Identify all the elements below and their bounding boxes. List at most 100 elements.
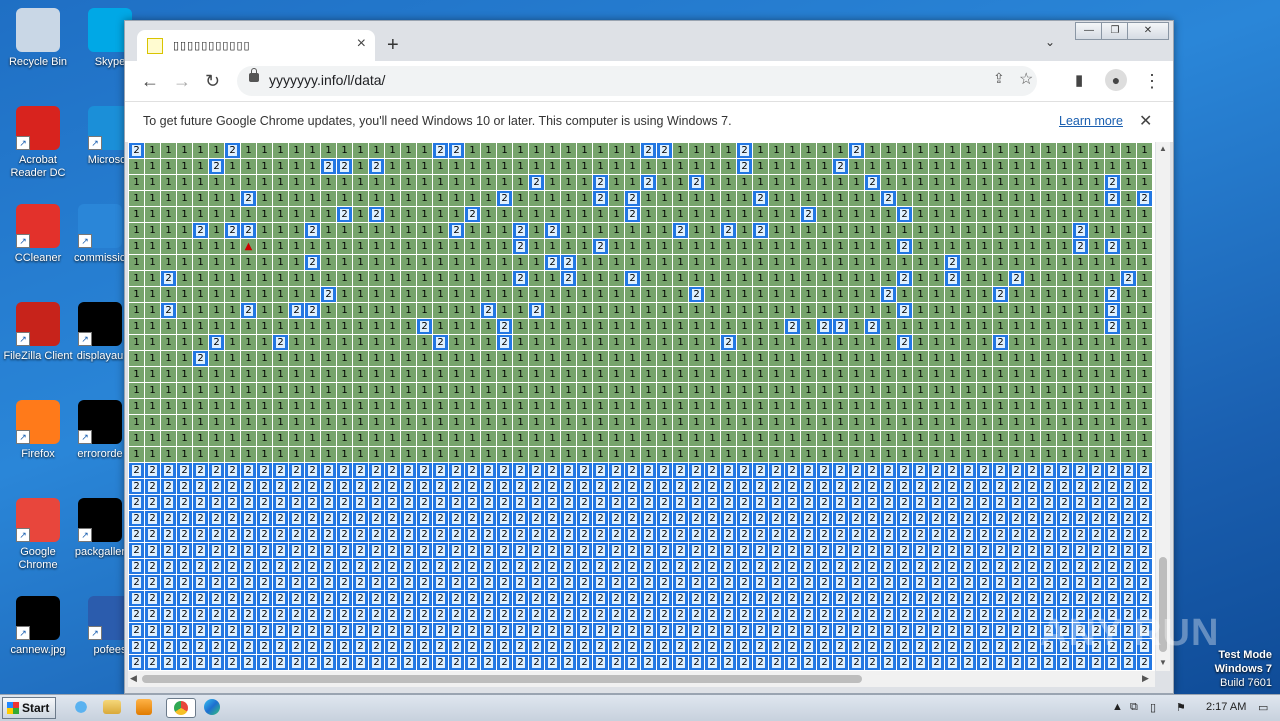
board-cell[interactable]: 1	[417, 383, 432, 398]
board-cell[interactable]: 1	[721, 319, 736, 334]
board-cell[interactable]: 1	[913, 351, 928, 366]
board-cell[interactable]: 2	[209, 559, 224, 574]
board-cell[interactable]: 2	[305, 495, 320, 510]
board-cell[interactable]: 2	[417, 623, 432, 638]
board-cell[interactable]: 2	[321, 639, 336, 654]
board-cell[interactable]: 1	[705, 175, 720, 190]
board-cell[interactable]: 1	[801, 175, 816, 190]
board-cell[interactable]: 1	[1073, 383, 1088, 398]
board-cell[interactable]: 1	[881, 143, 896, 158]
board-cell[interactable]: 2	[513, 271, 528, 286]
board-cell[interactable]: 2	[817, 543, 832, 558]
board-cell[interactable]: 1	[993, 367, 1008, 382]
board-cell[interactable]: 2	[1041, 463, 1056, 478]
board-cell[interactable]: 2	[209, 655, 224, 670]
board-cell[interactable]: 1	[737, 287, 752, 302]
board-cell[interactable]: 1	[289, 207, 304, 222]
board-cell[interactable]: 1	[865, 367, 880, 382]
board-cell[interactable]: 2	[321, 511, 336, 526]
board-cell[interactable]: 1	[785, 143, 800, 158]
board-cell[interactable]: 2	[593, 239, 608, 254]
board-cell[interactable]: 1	[577, 303, 592, 318]
board-cell[interactable]: 1	[977, 383, 992, 398]
board-cell[interactable]: 1	[481, 223, 496, 238]
board-cell[interactable]: 1	[369, 143, 384, 158]
board-cell[interactable]: 2	[289, 495, 304, 510]
board-cell[interactable]: 2	[1121, 271, 1136, 286]
board-cell[interactable]: 2	[129, 479, 144, 494]
board-cell[interactable]: 2	[801, 479, 816, 494]
board-cell[interactable]: 1	[1089, 383, 1104, 398]
board-cell[interactable]: 1	[817, 255, 832, 270]
board-cell[interactable]: 1	[1009, 447, 1024, 462]
board-cell[interactable]: 2	[433, 575, 448, 590]
board-cell[interactable]: 1	[705, 223, 720, 238]
board-cell[interactable]: 1	[753, 271, 768, 286]
board-cell[interactable]: 2	[1105, 303, 1120, 318]
board-cell[interactable]: 1	[369, 351, 384, 366]
board-cell[interactable]: 1	[1137, 255, 1152, 270]
board-cell[interactable]: 2	[1073, 239, 1088, 254]
board-cell[interactable]: 2	[433, 591, 448, 606]
board-cell[interactable]: 1	[737, 415, 752, 430]
board-cell[interactable]: 1	[1089, 303, 1104, 318]
board-cell[interactable]: 1	[273, 143, 288, 158]
board-cell[interactable]: 2	[561, 639, 576, 654]
board-cell[interactable]: 2	[737, 479, 752, 494]
board-cell[interactable]: 1	[609, 303, 624, 318]
board-cell[interactable]: 2	[1025, 479, 1040, 494]
board-cell[interactable]: 1	[209, 383, 224, 398]
board-cell[interactable]: 2	[161, 527, 176, 542]
board-cell[interactable]: 2	[849, 479, 864, 494]
board-cell[interactable]: 2	[1009, 271, 1024, 286]
board-cell[interactable]: 1	[257, 399, 272, 414]
board-cell[interactable]: 1	[657, 367, 672, 382]
board-cell[interactable]: 2	[513, 623, 528, 638]
board-cell[interactable]: 1	[289, 271, 304, 286]
board-cell[interactable]: 2	[961, 527, 976, 542]
board-cell[interactable]: 2	[897, 495, 912, 510]
tray-flag-icon[interactable]: ⚑	[1176, 701, 1186, 714]
board-cell[interactable]: 1	[1025, 239, 1040, 254]
board-cell[interactable]: 2	[673, 591, 688, 606]
board-cell[interactable]: 1	[609, 287, 624, 302]
board-cell[interactable]: 2	[321, 591, 336, 606]
board-cell[interactable]: 1	[913, 399, 928, 414]
board-cell[interactable]: 1	[1025, 255, 1040, 270]
board-cell[interactable]: 1	[881, 351, 896, 366]
board-cell[interactable]: 1	[369, 335, 384, 350]
board-cell[interactable]: 2	[673, 543, 688, 558]
reload-button[interactable]: ↻	[205, 71, 220, 92]
board-cell[interactable]: 1	[321, 335, 336, 350]
board-cell[interactable]: 2	[1105, 559, 1120, 574]
board-cell[interactable]: 1	[225, 399, 240, 414]
board-cell[interactable]: 1	[705, 351, 720, 366]
board-cell[interactable]: 1	[305, 399, 320, 414]
board-cell[interactable]: 1	[465, 415, 480, 430]
board-cell[interactable]: 1	[945, 303, 960, 318]
board-cell[interactable]: 2	[785, 511, 800, 526]
board-cell[interactable]: 1	[1121, 143, 1136, 158]
board-cell[interactable]: 1	[257, 383, 272, 398]
board-cell[interactable]: 2	[721, 655, 736, 670]
forward-button[interactable]: →	[173, 71, 191, 92]
board-cell[interactable]: 2	[209, 639, 224, 654]
board-cell[interactable]: 2	[833, 623, 848, 638]
board-cell[interactable]: 2	[913, 543, 928, 558]
board-cell[interactable]: 2	[945, 591, 960, 606]
board-cell[interactable]: 2	[1137, 527, 1152, 542]
board-cell[interactable]: 1	[1121, 415, 1136, 430]
board-cell[interactable]: 1	[897, 159, 912, 174]
board-cell[interactable]: 2	[433, 527, 448, 542]
board-cell[interactable]: 2	[545, 527, 560, 542]
board-cell[interactable]: 1	[801, 287, 816, 302]
board-cell[interactable]: 2	[577, 495, 592, 510]
board-cell[interactable]: 1	[417, 287, 432, 302]
board-cell[interactable]: 2	[289, 479, 304, 494]
board-cell[interactable]: 2	[753, 559, 768, 574]
board-cell[interactable]: 1	[993, 415, 1008, 430]
board-cell[interactable]: 2	[801, 655, 816, 670]
board-cell[interactable]: 2	[177, 607, 192, 622]
board-cell[interactable]: 1	[545, 175, 560, 190]
board-cell[interactable]: 1	[241, 143, 256, 158]
